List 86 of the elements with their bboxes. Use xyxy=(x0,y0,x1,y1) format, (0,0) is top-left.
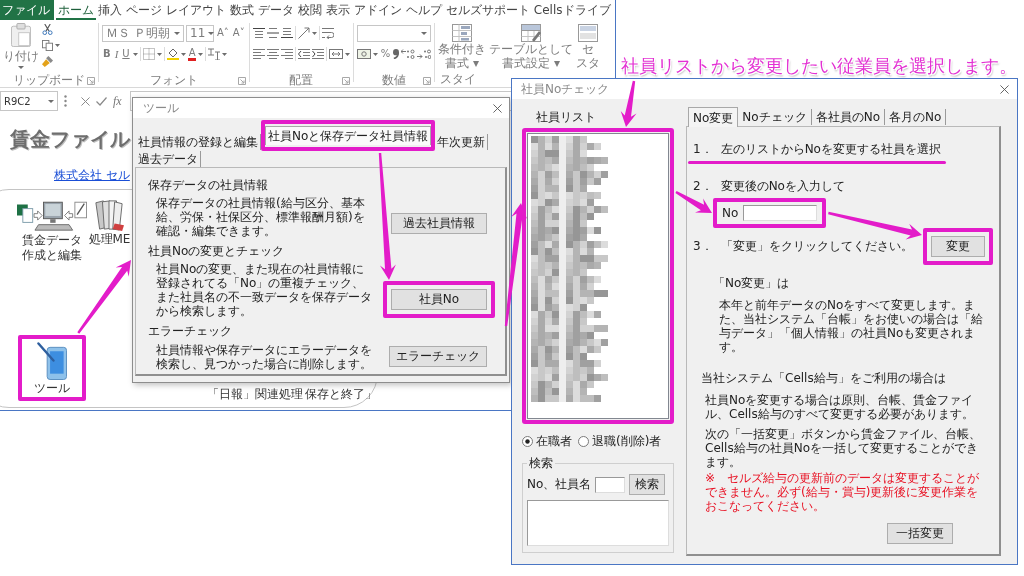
ribbon-tab[interactable]: ページ レイアウト xyxy=(124,0,228,20)
cell-styles-icon xyxy=(578,24,599,42)
radio-option[interactable]: 在職者 xyxy=(522,433,572,450)
group-label: リップボード xyxy=(13,72,85,89)
ribbon-tab[interactable]: ヘルプ xyxy=(403,0,444,20)
insert-function-button[interactable]: fx xyxy=(113,93,122,109)
check-icon[interactable] xyxy=(96,96,107,106)
note-paragraph: 次の「一括変更」ボタンから賃金ファイル、台帳、Cells給与の社員Noを一括して変更することができます。 xyxy=(705,427,982,469)
cancel-icon[interactable] xyxy=(81,96,90,106)
warning-paragraph: ※ セルズ給与の更新前のデータは変更することができません。必ず(給与・賞与)更新後に変更作業をおこなってください。 xyxy=(705,471,981,513)
dialog-button[interactable]: エラーチェック xyxy=(389,346,487,367)
bulk-change-button[interactable]: 一括変更 xyxy=(887,523,953,544)
group-title: 検索 xyxy=(528,455,554,472)
step-text: 「変更」をクリックしてください。 xyxy=(720,238,913,255)
note-heading: 「No変更」は xyxy=(713,275,790,292)
section-heading: 社員Noの変更とチェック xyxy=(148,243,286,260)
note-paragraph: 社員Noを変更する場合は原則、台帳、賃金ファイル、Cells給与のすべて変更する必要があります。 xyxy=(705,393,975,421)
books-icon xyxy=(94,199,125,231)
annotation-arrow xyxy=(620,80,637,127)
table-format-icon xyxy=(521,24,542,42)
group-label: 数値 xyxy=(381,72,406,89)
file-tab[interactable]: ファイル xyxy=(0,0,54,20)
list-label: 社員リスト xyxy=(536,109,596,126)
radio-option[interactable]: 退職(削除)者 xyxy=(578,433,662,450)
dialog-tab[interactable]: 各月のNo xyxy=(885,109,947,125)
vertical-dots-icon[interactable] xyxy=(64,95,67,107)
dialog-tab[interactable]: Noチェック xyxy=(738,109,812,125)
ribbon-tab[interactable]: 数式 xyxy=(227,0,256,20)
field-label: No xyxy=(722,206,739,220)
search-results-list[interactable] xyxy=(527,500,669,546)
step-text: 変更後のNoを入力して xyxy=(720,178,845,195)
caret-icon xyxy=(208,31,215,35)
dialog-tab[interactable]: 年次更新 xyxy=(435,134,489,150)
step-number: 2． xyxy=(693,178,713,195)
ribbon-tab[interactable]: 表示 xyxy=(323,0,352,20)
section-description: 保存データの社員情報(給与区分、基本給、労保・社保区分、標準報酬月額)を確認・編集できます。 xyxy=(156,196,366,238)
search-input-field[interactable] xyxy=(595,476,626,493)
dialog-tab[interactable]: 過去データ xyxy=(136,151,201,167)
ribbon-tab[interactable]: Cellsドライブ xyxy=(531,0,613,20)
ribbon-tab[interactable]: データ xyxy=(255,0,296,20)
note-paragraph: 本年と前年データのNoをすべて変更します。また、当社システム「台帳」をお使いの場合は「給与データ」「個人情報」の社員Noも変更されます。 xyxy=(719,298,984,354)
caret-icon xyxy=(48,99,54,103)
step-number: 3． xyxy=(693,238,713,255)
change-button[interactable]: 変更 xyxy=(931,236,985,257)
instruction-text: 社員リストから変更したい従業員を選択します。 xyxy=(621,54,1017,78)
dialog-tab[interactable]: 各社員のNo xyxy=(811,109,885,125)
close-icon[interactable] xyxy=(1000,84,1009,94)
ribbon-tab[interactable]: 挿入 xyxy=(96,0,124,20)
menu-item[interactable]: 「日報」関連処理 xyxy=(206,387,303,401)
search-button[interactable]: 検索 xyxy=(629,474,666,495)
group-label: スタイ xyxy=(440,71,477,88)
caret-icon xyxy=(174,31,180,35)
clipboard-icon xyxy=(11,23,31,47)
ribbon-tab[interactable]: アドイン xyxy=(351,0,404,20)
section-heading: 保存データの社員情報 xyxy=(148,177,269,194)
menu-item[interactable]: 処理ME xyxy=(88,199,131,246)
conditional-format-icon xyxy=(452,24,473,42)
section-description: 社員Noの変更、また現在の社員情報に登録されてる「No」の重複チェック、また社員名の不一致データを保存データから検索します。 xyxy=(156,262,373,318)
ribbon-tab[interactable]: 校閲 xyxy=(295,0,324,20)
dialog-title: ツール xyxy=(143,99,179,117)
dialog-tab[interactable]: No変更 xyxy=(688,107,739,127)
menu-item[interactable]: 賃金データ 作成と編集 xyxy=(17,199,88,262)
caret-icon xyxy=(420,31,427,35)
group-label: 配置 xyxy=(289,72,314,89)
sheet-title: 賃金ファイル xyxy=(10,126,130,153)
dialog-title: 社員Noチェック xyxy=(521,80,610,98)
name-box-field[interactable]: R9C2 xyxy=(0,91,58,111)
step-number: 1． xyxy=(693,141,713,158)
field-label: No、社員名 xyxy=(527,476,592,493)
section-heading: エラーチェック xyxy=(148,323,233,340)
computer-icon xyxy=(17,199,88,232)
menu-item[interactable]: 保存と終了」 xyxy=(304,387,377,401)
dialog-tab[interactable]: 社員情報の登録と編集 xyxy=(136,134,261,150)
section-description: 社員情報や保存データにエラーデータを検索し、見つかった場合に削除します。 xyxy=(156,343,373,371)
tablet-icon xyxy=(37,342,68,380)
close-icon[interactable] xyxy=(493,103,502,113)
company-link[interactable]: 株式会社 セル xyxy=(54,167,130,184)
dialog-tab[interactable]: 社員Noと保存データ社員情報 xyxy=(265,126,432,145)
dialog-button[interactable]: 社員No xyxy=(391,289,487,310)
menu-item[interactable]: ツール xyxy=(34,342,71,395)
step-text: 左のリストからNoを変更する社員を選択 xyxy=(720,141,941,158)
group-label: フォント xyxy=(149,72,198,89)
dialog-button[interactable]: 過去社員情報 xyxy=(391,213,487,234)
ribbon-tab[interactable]: セルズサポート xyxy=(443,0,532,20)
note-heading: 当社システム「Cells給与」をご利用の場合は xyxy=(701,370,946,387)
no-input-field[interactable] xyxy=(743,205,818,221)
